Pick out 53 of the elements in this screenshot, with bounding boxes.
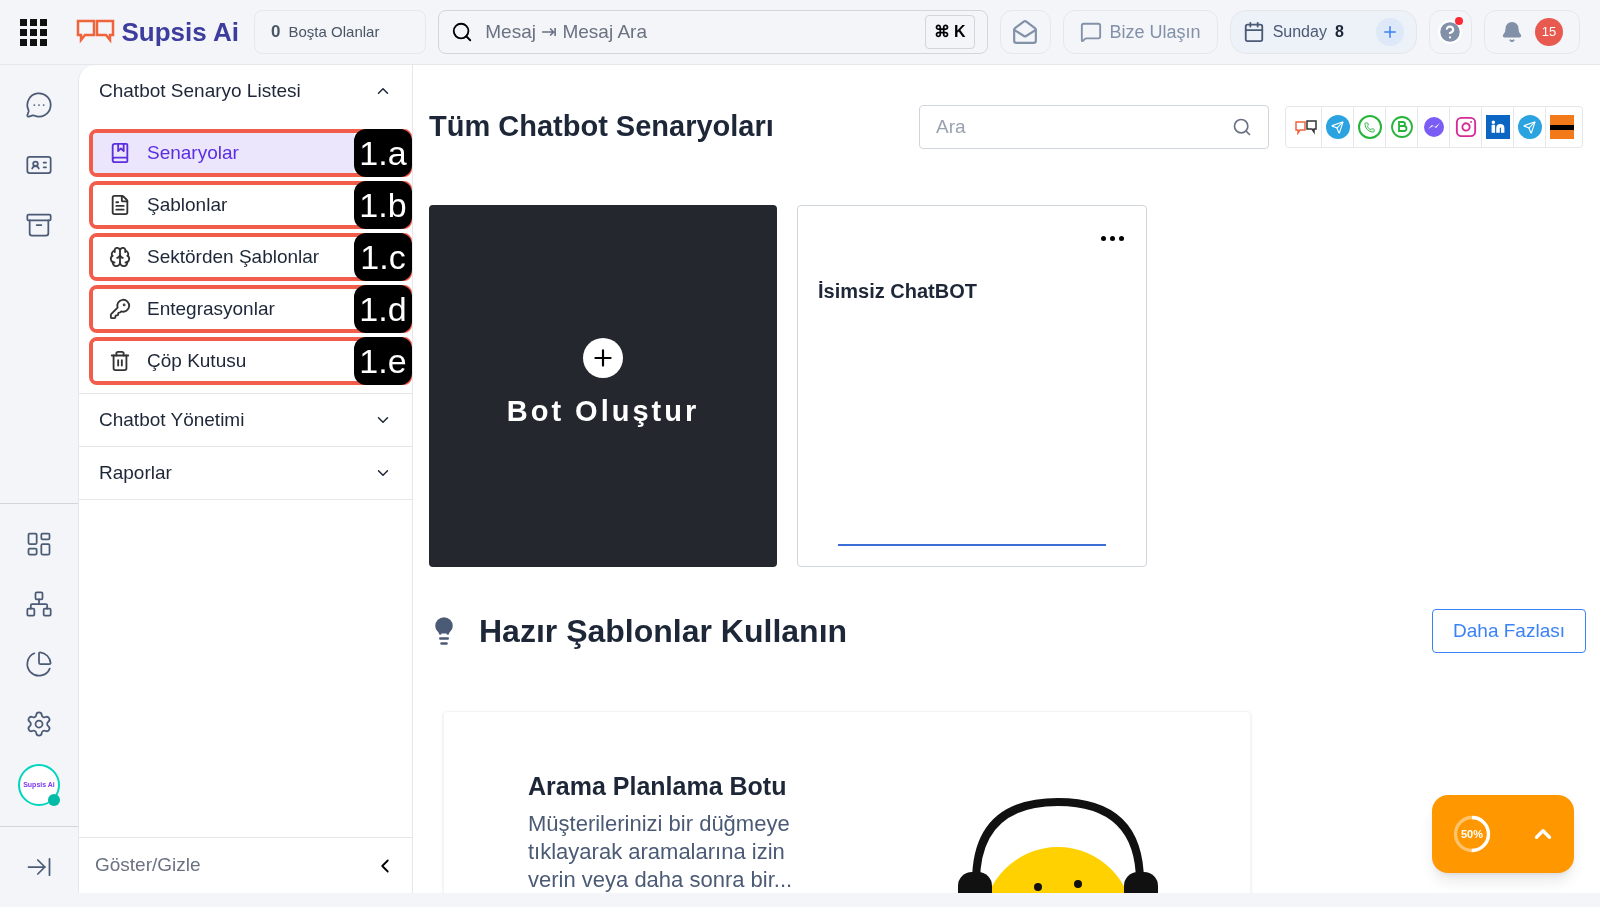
annotation-badge: 1.c bbox=[354, 233, 412, 281]
notification-count: 15 bbox=[1534, 18, 1563, 46]
page-title: Tüm Chatbot Senaryoları bbox=[429, 109, 775, 145]
show-hide-toggle[interactable]: Göster/Gizle bbox=[79, 837, 412, 893]
mail-icon[interactable] bbox=[999, 10, 1051, 54]
annotation-badge: 1.e bbox=[354, 337, 412, 385]
idle-agents-button[interactable]: 0 Boşta Olanlar bbox=[254, 10, 427, 54]
section-title: Hazır Şablonlar Kullanın bbox=[479, 612, 848, 651]
message-search-input[interactable]: Mesaj ⇥ Mesaj Ara bbox=[485, 17, 913, 47]
message-search-field[interactable]: Mesaj ⇥ Mesaj Ara ⌘ K bbox=[438, 10, 988, 54]
help-icon bbox=[1437, 19, 1464, 45]
trash-icon bbox=[109, 350, 131, 372]
template-description: Müşterilerinizi bir düğmeye tıklayarak aramalarına izin verin veya daha sonra bir... bbox=[528, 809, 794, 893]
b-bubble-icon[interactable] bbox=[1389, 115, 1414, 139]
camera-icon[interactable] bbox=[1454, 116, 1477, 138]
striped-square-icon[interactable] bbox=[1550, 115, 1574, 139]
help-button[interactable] bbox=[1428, 10, 1472, 54]
more-button[interactable]: Daha Fazlası bbox=[1432, 609, 1586, 653]
template-card[interactable]: Arama Planlama Botu Müşterilerinizi bir düğmeye tıklayarak aramalarına izin verin veya daha sonra bir... bbox=[443, 711, 1251, 893]
annotation-badge: 1.b bbox=[354, 181, 412, 229]
calendar-icon bbox=[1242, 21, 1265, 43]
shortcut-key: ⌘ K bbox=[924, 15, 975, 49]
section-header[interactable]: Chatbot Yönetimi bbox=[79, 394, 412, 446]
chat-bubble-icon bbox=[1079, 21, 1102, 43]
annotation-badge: 1.a bbox=[354, 129, 412, 177]
notifications-button[interactable]: 15 bbox=[1483, 10, 1580, 54]
chat-bubbles-icon[interactable] bbox=[1294, 119, 1317, 135]
brand-name: Supsis Ai bbox=[121, 15, 239, 49]
search-input[interactable]: Ara bbox=[936, 112, 1232, 142]
in-square-icon[interactable] bbox=[1485, 115, 1510, 139]
plus-icon bbox=[583, 338, 623, 379]
search-icon bbox=[451, 21, 474, 43]
paper-plane-icon[interactable] bbox=[1325, 115, 1350, 139]
key-icon bbox=[109, 298, 131, 320]
bell-icon bbox=[1500, 21, 1523, 43]
annotation-badge: 1.d bbox=[354, 285, 412, 333]
bot-card[interactable]: İsimsiz ChatBOT bbox=[797, 205, 1147, 567]
section-header[interactable]: Raporlar bbox=[79, 447, 412, 499]
search-field[interactable]: Ara bbox=[919, 105, 1269, 149]
create-bot-card[interactable]: Bot Oluştur bbox=[429, 205, 777, 567]
apps-grid-icon[interactable] bbox=[20, 18, 48, 46]
search-icon bbox=[1232, 117, 1252, 137]
paper-plane-icon[interactable] bbox=[1517, 115, 1542, 139]
document-icon bbox=[109, 194, 131, 216]
sidebar-item[interactable]: Senaryolar bbox=[93, 133, 354, 173]
book-icon bbox=[109, 142, 131, 164]
bot-name: İsimsiz ChatBOT bbox=[818, 279, 978, 304]
lightning-bubble-icon[interactable] bbox=[1421, 115, 1446, 139]
template-title: Arama Planlama Botu bbox=[528, 771, 788, 802]
date-pill[interactable]: Sunday 8 bbox=[1229, 10, 1417, 54]
more-icon[interactable] bbox=[1101, 236, 1124, 241]
section-header[interactable]: Chatbot Senaryo Listesi bbox=[79, 65, 412, 117]
phone-bubble-icon[interactable] bbox=[1357, 115, 1382, 139]
